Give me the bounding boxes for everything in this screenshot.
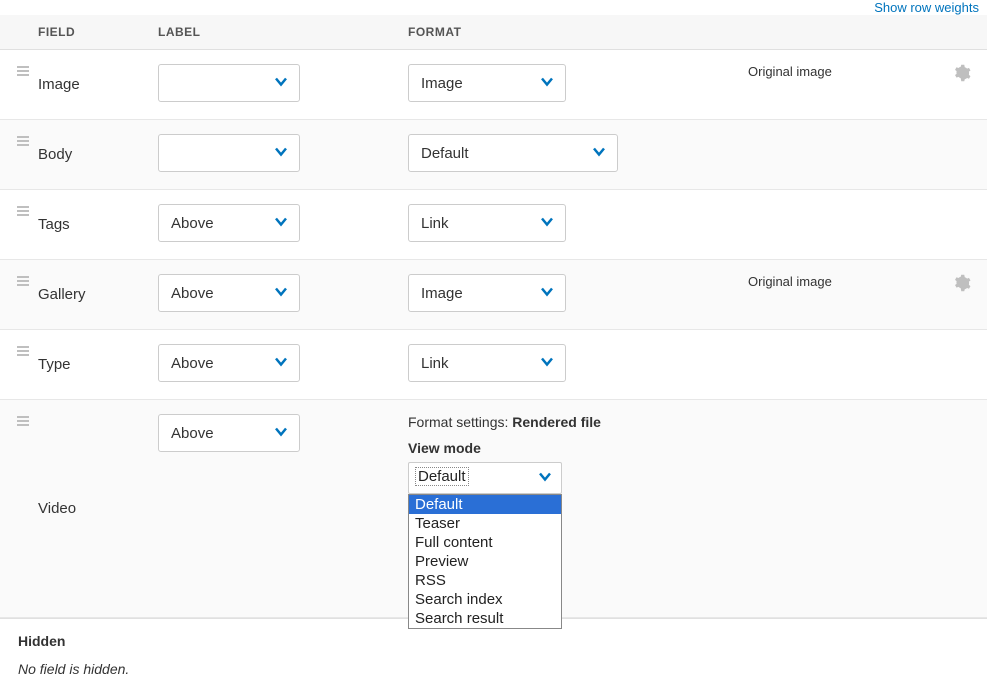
view-mode-option[interactable]: RSS [409, 571, 561, 590]
view-mode-option[interactable]: Preview [409, 552, 561, 571]
table-row: Type Above Link [0, 330, 987, 400]
format-description [740, 330, 945, 400]
field-name: Video [38, 500, 76, 517]
gear-icon[interactable] [953, 279, 971, 295]
chevron-down-icon [273, 424, 289, 443]
drag-handle-icon[interactable] [16, 134, 30, 148]
format-select[interactable]: Image [408, 274, 566, 312]
view-mode-option[interactable]: Default [409, 495, 561, 514]
chevron-down-icon [273, 284, 289, 303]
col-header-field: Field [30, 15, 150, 50]
chevron-down-icon [539, 354, 555, 373]
drag-handle-icon[interactable] [16, 274, 30, 288]
view-mode-option[interactable]: Full content [409, 533, 561, 552]
drag-handle-icon[interactable] [16, 344, 30, 358]
chevron-down-icon [591, 144, 607, 163]
format-select[interactable]: Default [408, 134, 618, 172]
table-row: Video Above Format settings: Rendered file… [0, 400, 987, 618]
table-row: Body Default [0, 120, 987, 190]
view-mode-option[interactable]: Search index [409, 590, 561, 609]
display-fields-table: Field Label Format Image Image Original im… [0, 15, 987, 618]
show-row-weights-link[interactable]: Show row weights [874, 0, 979, 15]
drag-handle-icon[interactable] [16, 414, 30, 428]
format-description [740, 120, 945, 190]
view-mode-option[interactable]: Search result [409, 609, 561, 628]
field-name: Tags [38, 216, 70, 233]
label-select[interactable]: Above [158, 414, 300, 452]
label-select[interactable] [158, 64, 300, 102]
chevron-down-icon [273, 74, 289, 93]
chevron-down-icon [537, 469, 553, 488]
format-settings-label: Format settings: Rendered file [408, 414, 732, 430]
view-mode-dropdown[interactable]: DefaultTeaserFull contentPreviewRSSSearc… [408, 494, 562, 629]
format-description: Original image [740, 50, 945, 120]
label-select[interactable]: Above [158, 344, 300, 382]
field-name: Body [38, 146, 72, 163]
hidden-section: Hidden No field is hidden. [0, 618, 987, 693]
label-select[interactable]: Above [158, 204, 300, 242]
view-mode-option[interactable]: Teaser [409, 514, 561, 533]
chevron-down-icon [273, 144, 289, 163]
format-select[interactable]: Link [408, 344, 566, 382]
format-description: Original image [740, 260, 945, 330]
format-select[interactable]: Image [408, 64, 566, 102]
hidden-header: Hidden [18, 633, 969, 649]
chevron-down-icon [539, 284, 555, 303]
view-mode-select[interactable]: Default [408, 462, 562, 494]
chevron-down-icon [539, 214, 555, 233]
gear-icon[interactable] [953, 69, 971, 85]
chevron-down-icon [273, 354, 289, 373]
table-row: Image Image Original image [0, 50, 987, 120]
chevron-down-icon [273, 214, 289, 233]
field-name: Gallery [38, 286, 86, 303]
format-select[interactable]: Link [408, 204, 566, 242]
label-select[interactable] [158, 134, 300, 172]
view-mode-label: View mode [408, 440, 732, 456]
col-header-label: Label [150, 15, 400, 50]
field-name: Type [38, 356, 71, 373]
chevron-down-icon [539, 74, 555, 93]
format-description [740, 190, 945, 260]
drag-handle-icon[interactable] [16, 204, 30, 218]
label-select[interactable]: Above [158, 274, 300, 312]
table-row: Gallery Above Image Original image [0, 260, 987, 330]
hidden-message: No field is hidden. [18, 661, 969, 687]
drag-handle-icon[interactable] [16, 64, 30, 78]
field-name: Image [38, 76, 80, 93]
col-header-format: Format [400, 15, 740, 50]
table-row: Tags Above Link [0, 190, 987, 260]
